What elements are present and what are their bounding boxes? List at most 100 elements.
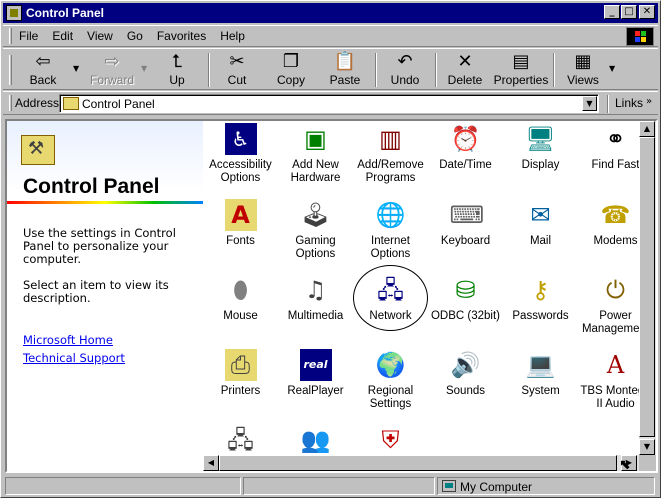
scrollbar-corner (639, 455, 656, 471)
cut-button[interactable]: ✂ Cut (215, 51, 259, 89)
links-button[interactable]: Links (615, 96, 643, 110)
rainbow-divider (7, 201, 203, 204)
item-mouse[interactable]: ⬮ Mouse (203, 274, 278, 323)
scroll-left-button[interactable]: ◀ (203, 455, 219, 471)
power-icon: ⏻ (606, 276, 625, 304)
menu-go[interactable]: Go (120, 29, 150, 43)
item-sounds[interactable]: 🔊 Sounds (428, 349, 503, 398)
control-panel-folder-icon (21, 135, 55, 165)
close-button[interactable]: ✕ (639, 5, 655, 19)
item-internet-options[interactable]: 🌐 Internet Options (353, 199, 428, 261)
toolbar: ⇦ Back ▼ ⇨ Forward ▼ ⮤ Up ✂ Cut ❐ Copy 📋… (3, 48, 658, 90)
realplayer-icon: real (299, 349, 332, 381)
technical-support-link[interactable]: Technical Support (23, 351, 125, 365)
maximize-button[interactable]: □ (621, 5, 637, 19)
microsoft-home-link[interactable]: Microsoft Home (23, 333, 113, 347)
up-folder-icon: ⮤ (171, 51, 183, 72)
menu-view[interactable]: View (80, 29, 120, 43)
network-icon: 🖧 (377, 276, 404, 304)
item-add-remove-programs[interactable]: ▥ Add/Remove Programs (353, 123, 428, 185)
properties-icon: ▤ (512, 51, 530, 72)
item-realplayer[interactable]: real RealPlayer (278, 349, 353, 398)
item-gaming-options[interactable]: 🕹 Gaming Options (278, 199, 353, 261)
binoculars-icon: ⚭ (605, 125, 626, 153)
toolbar-separator (553, 53, 555, 87)
item-find-fast[interactable]: ⚭ Find Fast (578, 123, 639, 172)
content-area: Control Panel Use the settings in Contro… (5, 119, 658, 473)
title-bar[interactable]: Control Panel _ □ ✕ (3, 3, 658, 23)
clipboard-icon: 📋 (333, 51, 357, 72)
item-passwords[interactable]: ⚷ Passwords (503, 274, 578, 323)
item-multimedia[interactable]: ♫ Multimedia (278, 274, 353, 323)
address-label: Address (15, 96, 60, 110)
scroll-up-button[interactable]: ▲ (639, 121, 655, 137)
back-arrow-icon: ⇦ (35, 51, 51, 72)
item-users[interactable]: 👥 (278, 424, 353, 455)
horizontal-scroll-thumb[interactable] (219, 455, 617, 471)
item-display[interactable]: 🖥 Display (503, 123, 578, 172)
delete-button[interactable]: ✕ Delete (443, 51, 487, 89)
printer-icon: ⎙ (224, 349, 257, 381)
item-network[interactable]: 🖧 Network (353, 274, 428, 323)
window-title: Control Panel (26, 6, 105, 20)
paste-button[interactable]: 📋 Paste (321, 51, 369, 89)
status-pane-zone: My Computer (437, 477, 655, 495)
pane-title: Control Panel (23, 175, 160, 198)
folder-icon (63, 97, 79, 110)
item-keyboard[interactable]: ⌨ Keyboard (428, 199, 503, 248)
vertical-scroll-thumb[interactable] (639, 137, 655, 437)
views-grid-icon: ▦ (574, 51, 592, 72)
forward-arrow-icon: ⇨ (104, 51, 120, 72)
undo-icon: ↶ (397, 51, 413, 72)
item-system[interactable]: 💻 System (503, 349, 578, 398)
multimedia-icon: ♫ (304, 276, 327, 304)
keyboard-icon: ⌨ (449, 201, 485, 229)
vertical-scrollbar[interactable]: ▲ ▼ (639, 121, 656, 455)
windows-logo-icon (626, 27, 654, 46)
horizontal-scrollbar[interactable]: ◀ ▶ (203, 455, 639, 471)
properties-button[interactable]: ▤ Properties (493, 51, 549, 89)
status-zone-text: My Computer (460, 480, 533, 494)
up-button[interactable]: ⮤ Up (155, 51, 199, 89)
links-chevron-icon[interactable]: » (646, 96, 652, 107)
item-mail[interactable]: ✉ Mail (503, 199, 578, 248)
hardware-icon: ▣ (304, 125, 327, 153)
item-accessibility[interactable]: ♿ Accessibility Options (203, 123, 278, 185)
toolbar-separator (208, 53, 210, 87)
menu-help[interactable]: Help (213, 29, 252, 43)
control-panel-icon[interactable] (6, 5, 22, 21)
minimize-button[interactable]: _ (604, 5, 620, 19)
item-modems[interactable]: ☎ Modems (578, 199, 639, 248)
forward-button[interactable]: ⇨ Forward (87, 51, 137, 89)
item-network-computers[interactable]: 🖧 (203, 424, 278, 455)
forward-dropdown-icon[interactable]: ▼ (141, 64, 147, 73)
item-odbc[interactable]: ⛁ ODBC (32bit) (428, 274, 503, 323)
copy-button[interactable]: ❐ Copy (269, 51, 313, 89)
address-value: Control Panel (82, 97, 155, 111)
clock-icon: ⏰ (450, 125, 481, 153)
item-regional-settings[interactable]: 🌍 Regional Settings (353, 349, 428, 411)
scroll-down-button[interactable]: ▼ (639, 439, 655, 455)
links-separator (607, 95, 609, 113)
views-button[interactable]: ▦ Views (561, 51, 605, 89)
menu-file[interactable]: File (12, 29, 45, 43)
item-power-management[interactable]: ⏻ Power Management (578, 274, 639, 336)
toolbar-grip[interactable] (9, 55, 12, 85)
views-dropdown-icon[interactable]: ▼ (609, 64, 615, 73)
globe-icon: 🌐 (375, 201, 406, 229)
computer-icon: 💻 (525, 351, 556, 379)
undo-button[interactable]: ↶ Undo (383, 51, 427, 89)
address-dropdown-button[interactable]: ▼ (582, 96, 597, 111)
item-add-hardware[interactable]: ▣ Add New Hardware (278, 123, 353, 185)
back-dropdown-icon[interactable]: ▼ (73, 64, 79, 73)
back-button[interactable]: ⇦ Back (21, 51, 65, 89)
menu-edit[interactable]: Edit (45, 29, 80, 43)
address-grip[interactable] (9, 95, 12, 111)
address-input[interactable]: Control Panel ▼ (59, 94, 599, 113)
item-shield[interactable]: ⛨ (353, 424, 428, 455)
item-fonts[interactable]: A Fonts (203, 199, 278, 248)
item-printers[interactable]: ⎙ Printers (203, 349, 278, 398)
item-date-time[interactable]: ⏰ Date/Time (428, 123, 503, 172)
menu-favorites[interactable]: Favorites (150, 29, 213, 43)
item-tbs-montego[interactable]: A TBS Montego II Audio (578, 349, 639, 411)
